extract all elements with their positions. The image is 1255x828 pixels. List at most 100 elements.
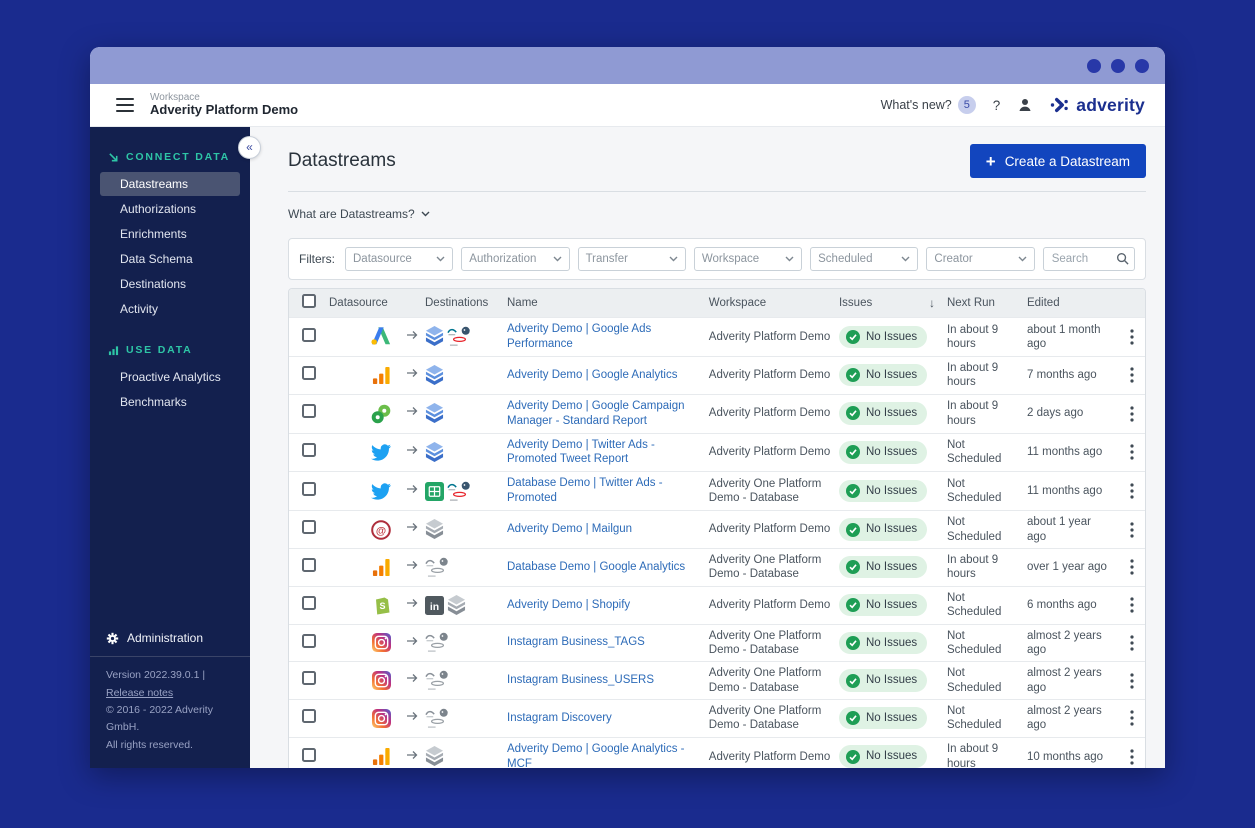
what-are-datastreams-link[interactable]: What are Datastreams? (288, 207, 430, 221)
sidebar-item-enrichments[interactable]: Enrichments (100, 222, 240, 246)
window-control-icon[interactable] (1135, 59, 1149, 73)
sidebar-collapse-button[interactable]: « (238, 136, 261, 159)
check-circle-icon (846, 674, 860, 688)
table-row[interactable]: Adverity Demo | Google Ads Performance A… (289, 317, 1145, 356)
menu-icon[interactable] (116, 98, 134, 112)
check-circle-icon (846, 368, 860, 382)
next-run-cell: Not Scheduled (947, 629, 1027, 658)
row-checkbox[interactable] (302, 634, 316, 648)
table-row[interactable]: Adverity Demo | Twitter Ads - Promoted T… (289, 433, 1145, 472)
window-control-icon[interactable] (1087, 59, 1101, 73)
sidebar-item-proactive-analytics[interactable]: Proactive Analytics (100, 365, 240, 389)
sidebar-item-authorizations[interactable]: Authorizations (100, 197, 240, 221)
row-checkbox[interactable] (302, 558, 316, 572)
row-checkbox[interactable] (302, 482, 316, 496)
datastream-name-link[interactable]: Adverity Demo | Twitter Ads - Promoted T… (507, 439, 655, 466)
row-checkbox[interactable] (302, 709, 316, 723)
row-menu-button[interactable] (1119, 635, 1145, 651)
row-checkbox[interactable] (302, 443, 316, 457)
filter-datasource-select[interactable]: Datasource (345, 247, 453, 271)
whats-new-button[interactable]: What's new? 5 (881, 96, 976, 114)
release-notes-link[interactable]: Release notes (106, 687, 173, 699)
table-row[interactable]: Adverity Demo | Google Campaign Manager … (289, 394, 1145, 433)
create-datastream-button[interactable]: + Create a Datastream (970, 144, 1146, 178)
sidebar-item-datastreams[interactable]: Datastreams (100, 172, 240, 196)
row-menu-button[interactable] (1119, 444, 1145, 460)
user-icon[interactable] (1017, 97, 1033, 113)
db-cluster-gray-icon (425, 557, 450, 578)
table-row[interactable]: Adverity Demo | Google Analytics - MCF A… (289, 737, 1145, 768)
sidebar-item-destinations[interactable]: Destinations (100, 272, 240, 296)
datastream-name-link[interactable]: Instagram Business_TAGS (507, 636, 645, 648)
column-header-next-run[interactable]: Next Run (947, 296, 1027, 310)
version-info: Version 2022.39.0.1 | Release notes © 20… (90, 656, 250, 768)
sidebar-item-data-schema[interactable]: Data Schema (100, 247, 240, 271)
sort-descending-icon[interactable]: ↓ (929, 296, 935, 311)
svg-text:S: S (379, 601, 385, 611)
help-button[interactable]: ? (993, 98, 1001, 113)
table-body: Adverity Demo | Google Ads Performance A… (289, 317, 1145, 768)
column-header-datasource[interactable]: Datasource (329, 296, 425, 310)
datastream-name-link[interactable]: Adverity Demo | Google Analytics (507, 369, 677, 381)
row-checkbox[interactable] (302, 328, 316, 342)
column-header-destinations[interactable]: Destinations (425, 296, 507, 310)
cube-gray-icon (425, 746, 444, 767)
table-row[interactable]: Instagram Business_TAGS Adverity One Pla… (289, 624, 1145, 662)
table-row[interactable]: Database Demo | Google Analytics Adverit… (289, 548, 1145, 586)
table-row[interactable]: @ Adverity Demo | Mailgun Adverity Platf… (289, 510, 1145, 548)
issues-status-text: No Issues (866, 522, 917, 536)
datastream-name-link[interactable]: Instagram Discovery (507, 712, 612, 724)
window-control-icon[interactable] (1111, 59, 1125, 73)
kebab-menu-icon (1130, 406, 1134, 422)
datastream-name-link[interactable]: Adverity Demo | Mailgun (507, 523, 632, 535)
datastream-name-link[interactable]: Database Demo | Google Analytics (507, 561, 685, 573)
column-header-edited[interactable]: Edited (1027, 296, 1119, 310)
filter-creator-select[interactable]: Creator (926, 247, 1034, 271)
datastream-name-link[interactable]: Database Demo | Twitter Ads - Promoted (507, 477, 663, 504)
row-menu-button[interactable] (1119, 522, 1145, 538)
datastream-name-link[interactable]: Adverity Demo | Shopify (507, 599, 630, 611)
row-menu-button[interactable] (1119, 559, 1145, 575)
table-row[interactable]: Instagram Discovery Adverity One Platfor… (289, 699, 1145, 737)
sidebar-item-activity[interactable]: Activity (100, 297, 240, 321)
datastream-name-link[interactable]: Instagram Business_USERS (507, 674, 654, 686)
filter-scheduled-select[interactable]: Scheduled (810, 247, 918, 271)
table-row[interactable]: S in Adverity Demo | Shopify Adverity Pl… (289, 586, 1145, 624)
select-all-checkbox[interactable] (302, 294, 316, 308)
row-menu-button[interactable] (1119, 483, 1145, 499)
row-menu-button[interactable] (1119, 749, 1145, 765)
row-menu-button[interactable] (1119, 329, 1145, 345)
workspace-cell: Adverity Platform Demo (709, 368, 839, 382)
datastream-name-link[interactable]: Adverity Demo | Google Campaign Manager … (507, 400, 685, 427)
column-header-issues[interactable]: Issues (839, 296, 872, 310)
row-menu-button[interactable] (1119, 673, 1145, 689)
issues-badge: No Issues (839, 669, 927, 691)
row-checkbox[interactable] (302, 404, 316, 418)
table-row[interactable]: Database Demo | Twitter Ads - Promoted A… (289, 471, 1145, 510)
row-checkbox[interactable] (302, 520, 316, 534)
column-header-workspace[interactable]: Workspace (709, 296, 839, 310)
desktop: { "header": { "workspace_label": "Worksp… (0, 0, 1255, 828)
sidebar-item-benchmarks[interactable]: Benchmarks (100, 390, 240, 414)
table-row[interactable]: Adverity Demo | Google Analytics Adverit… (289, 356, 1145, 394)
row-menu-button[interactable] (1119, 710, 1145, 726)
workspace-switcher[interactable]: Workspace Adverity Platform Demo (150, 92, 298, 118)
check-circle-icon (846, 598, 860, 612)
filter-transfer-select[interactable]: Transfer (578, 247, 686, 271)
row-menu-button[interactable] (1119, 406, 1145, 422)
sidebar-item-administration[interactable]: Administration (90, 620, 250, 656)
filter-authorization-select[interactable]: Authorization (461, 247, 569, 271)
datastream-name-link[interactable]: Adverity Demo | Google Analytics - MCF (507, 743, 684, 768)
row-menu-button[interactable] (1119, 597, 1145, 613)
column-header-name[interactable]: Name (507, 296, 709, 310)
row-checkbox[interactable] (302, 748, 316, 762)
kebab-menu-icon (1130, 367, 1134, 383)
row-checkbox[interactable] (302, 366, 316, 380)
datastream-name-link[interactable]: Adverity Demo | Google Ads Performance (507, 323, 651, 350)
bar-chart-icon (108, 345, 119, 356)
row-checkbox[interactable] (302, 596, 316, 610)
filter-workspace-select[interactable]: Workspace (694, 247, 802, 271)
row-menu-button[interactable] (1119, 367, 1145, 383)
table-row[interactable]: Instagram Business_USERS Adverity One Pl… (289, 661, 1145, 699)
row-checkbox[interactable] (302, 671, 316, 685)
